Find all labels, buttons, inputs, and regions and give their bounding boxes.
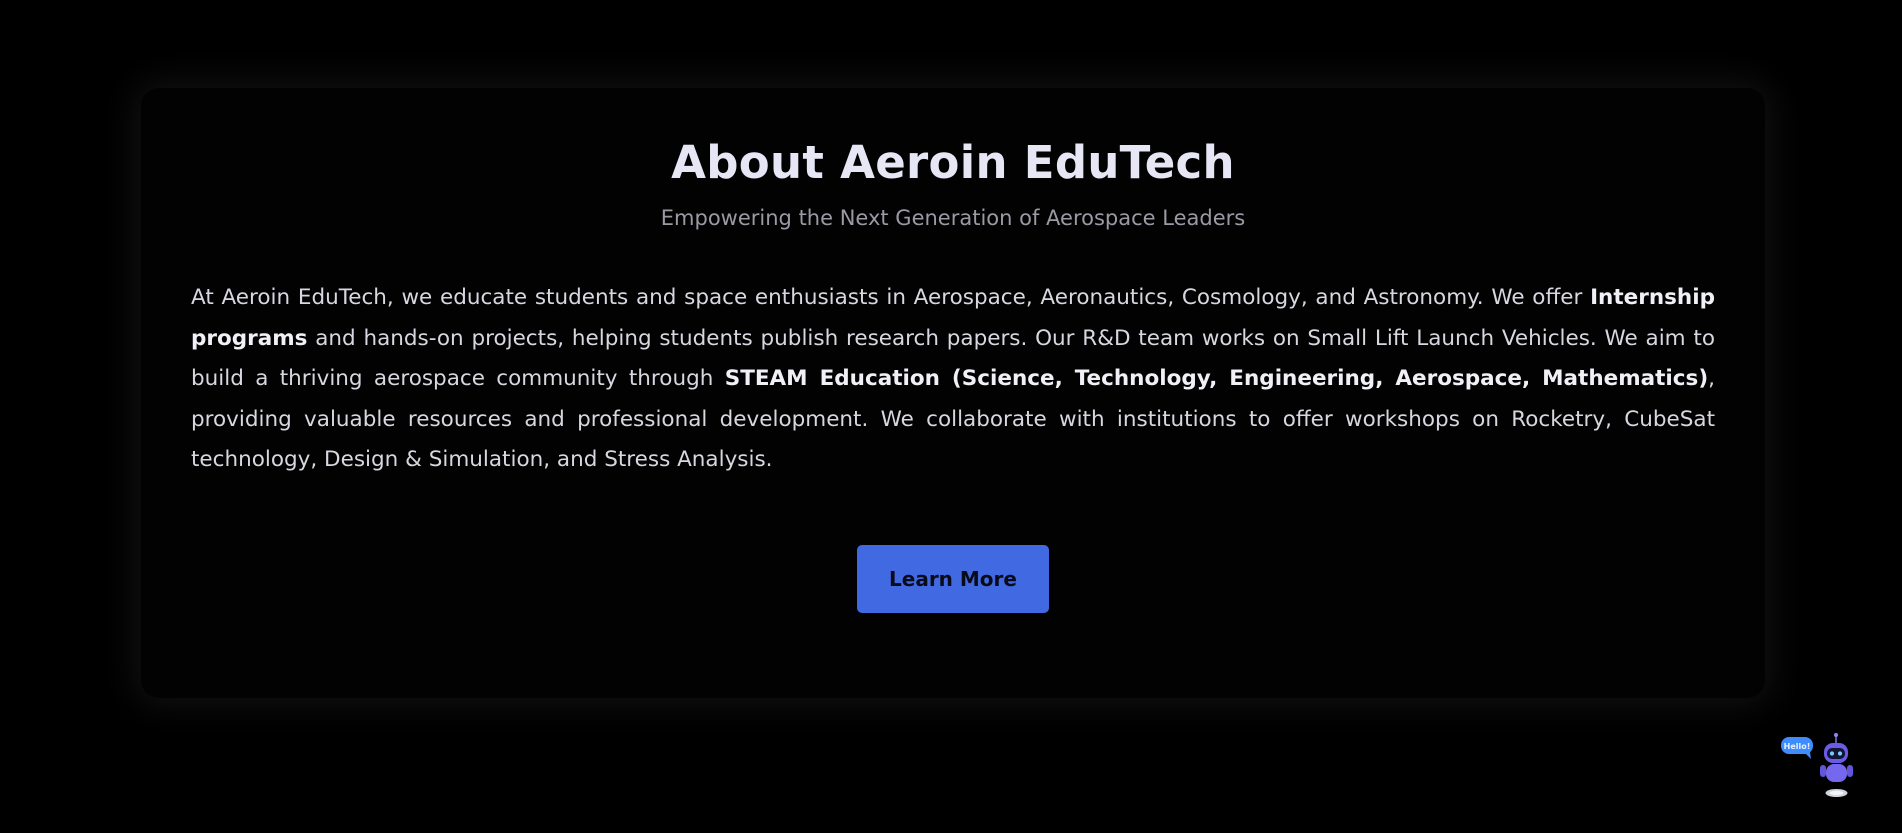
about-card: About Aeroin EduTech Empowering the Next…	[141, 88, 1765, 698]
robot-body	[1826, 764, 1847, 782]
chatbot-launcher[interactable]: Hello!	[1780, 732, 1856, 802]
page-title: About Aeroin EduTech	[671, 136, 1235, 189]
page: About Aeroin EduTech Empowering the Next…	[0, 0, 1902, 833]
page-subtitle: Empowering the Next Generation of Aerosp…	[660, 206, 1246, 230]
about-paragraph: At Aeroin EduTech, we educate students a…	[191, 278, 1715, 481]
paragraph-text: At Aeroin EduTech, we educate students a…	[191, 285, 1591, 310]
robot-chatbot-icon: Hello!	[1781, 733, 1853, 797]
button-container: Learn More	[191, 544, 1715, 613]
speech-bubble-text: Hello!	[1784, 742, 1811, 751]
learn-more-button[interactable]: Learn More	[857, 544, 1049, 613]
paragraph-highlight: STEAM Education (Science, Technology, En…	[724, 366, 1709, 391]
